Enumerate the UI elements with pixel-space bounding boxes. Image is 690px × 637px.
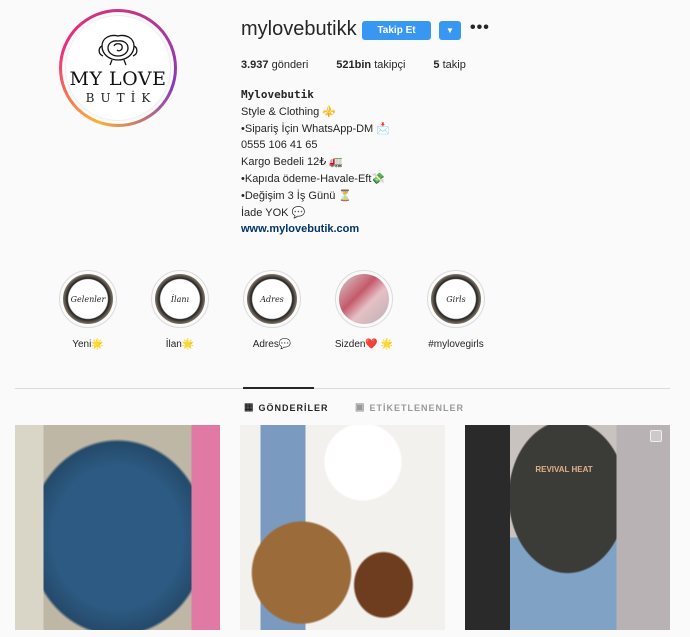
- story-highlights: Gelenler Yeni🌟 İlanı İlan🌟 Adres Adres💬 …: [42, 270, 502, 350]
- followers-count[interactable]: 521bin takipçi: [336, 59, 405, 71]
- highlight-item[interactable]: İlanı İlan🌟: [134, 270, 226, 350]
- tab-posts[interactable]: ▦ GÖNDERİLER: [244, 402, 328, 413]
- bio-line: 0555 106 41 65: [241, 139, 318, 152]
- highlight-item[interactable]: Girls #mylovegirls: [410, 270, 502, 350]
- highlight-cover: [339, 274, 389, 324]
- logo-subtext: BUTİK: [85, 90, 157, 105]
- highlight-item[interactable]: Adres Adres💬: [226, 270, 318, 350]
- highlight-label: İlan🌟: [165, 339, 195, 350]
- highlight-label: Adres💬: [252, 339, 292, 350]
- highlight-cover: İlanı: [155, 274, 205, 324]
- active-tab-indicator: [243, 387, 314, 389]
- post-thumbnail[interactable]: [240, 425, 445, 630]
- highlight-cover: Girls: [431, 274, 481, 324]
- post-print-text: REVIVAL HEAT: [535, 465, 593, 474]
- post-thumbnail[interactable]: [15, 425, 220, 630]
- bio-line: İade YOK 💬: [241, 206, 306, 219]
- logo-text: MY LOVE: [69, 67, 167, 90]
- grid-icon: ▦: [244, 402, 255, 413]
- highlight-label: Sizden❤️ 🌟: [334, 339, 394, 350]
- highlight-cover: Gelenler: [63, 274, 113, 324]
- bio-line: Style & Clothing ⚜️: [241, 105, 337, 118]
- post-thumbnail[interactable]: REVIVAL HEAT: [465, 425, 670, 630]
- bio-line: •Kapıda ödeme-Havale-Eft💸: [241, 172, 386, 185]
- more-options-icon[interactable]: •••: [470, 19, 490, 37]
- profile-stats: 3.937 gönderi 521bin takipçi 5 takip: [241, 59, 494, 71]
- username: mylovebutikk: [241, 18, 357, 40]
- bio-line: •Sipariş İçin WhatsApp-DM 📩: [241, 122, 390, 135]
- highlight-item[interactable]: Sizden❤️ 🌟: [318, 270, 410, 350]
- highlight-item[interactable]: Gelenler Yeni🌟: [42, 270, 134, 350]
- follow-dropdown-button[interactable]: ▼: [439, 21, 461, 40]
- profile-avatar[interactable]: MY LOVE BUTİK: [59, 9, 177, 127]
- profile-name: Mylovebutik: [241, 88, 314, 101]
- tab-tagged[interactable]: ▣ ETİKETLENENLER: [355, 402, 464, 413]
- follow-button[interactable]: Takip Et: [362, 21, 431, 40]
- profile-bio: Mylovebutik Style & Clothing ⚜️ •Sipariş…: [241, 87, 390, 238]
- posts-count: 3.937 gönderi: [241, 59, 309, 71]
- following-count[interactable]: 5 takip: [433, 59, 465, 71]
- website-link[interactable]: www.mylovebutik.com: [241, 221, 390, 238]
- bio-line: •Değişim 3 İş Günü ⏳: [241, 189, 353, 202]
- chevron-down-icon: ▼: [446, 26, 454, 35]
- highlight-label: Yeni🌟: [72, 339, 104, 350]
- bio-line: Kargo Bedeli 12₺ 🚛: [241, 156, 344, 169]
- logo: MY LOVE BUTİK: [65, 15, 171, 121]
- multi-post-icon: [650, 430, 662, 442]
- tagged-icon: ▣: [355, 402, 366, 413]
- highlight-cover: Adres: [247, 274, 297, 324]
- divider: [15, 388, 670, 389]
- highlight-label: #mylovegirls: [428, 339, 484, 350]
- rose-icon: [98, 34, 138, 65]
